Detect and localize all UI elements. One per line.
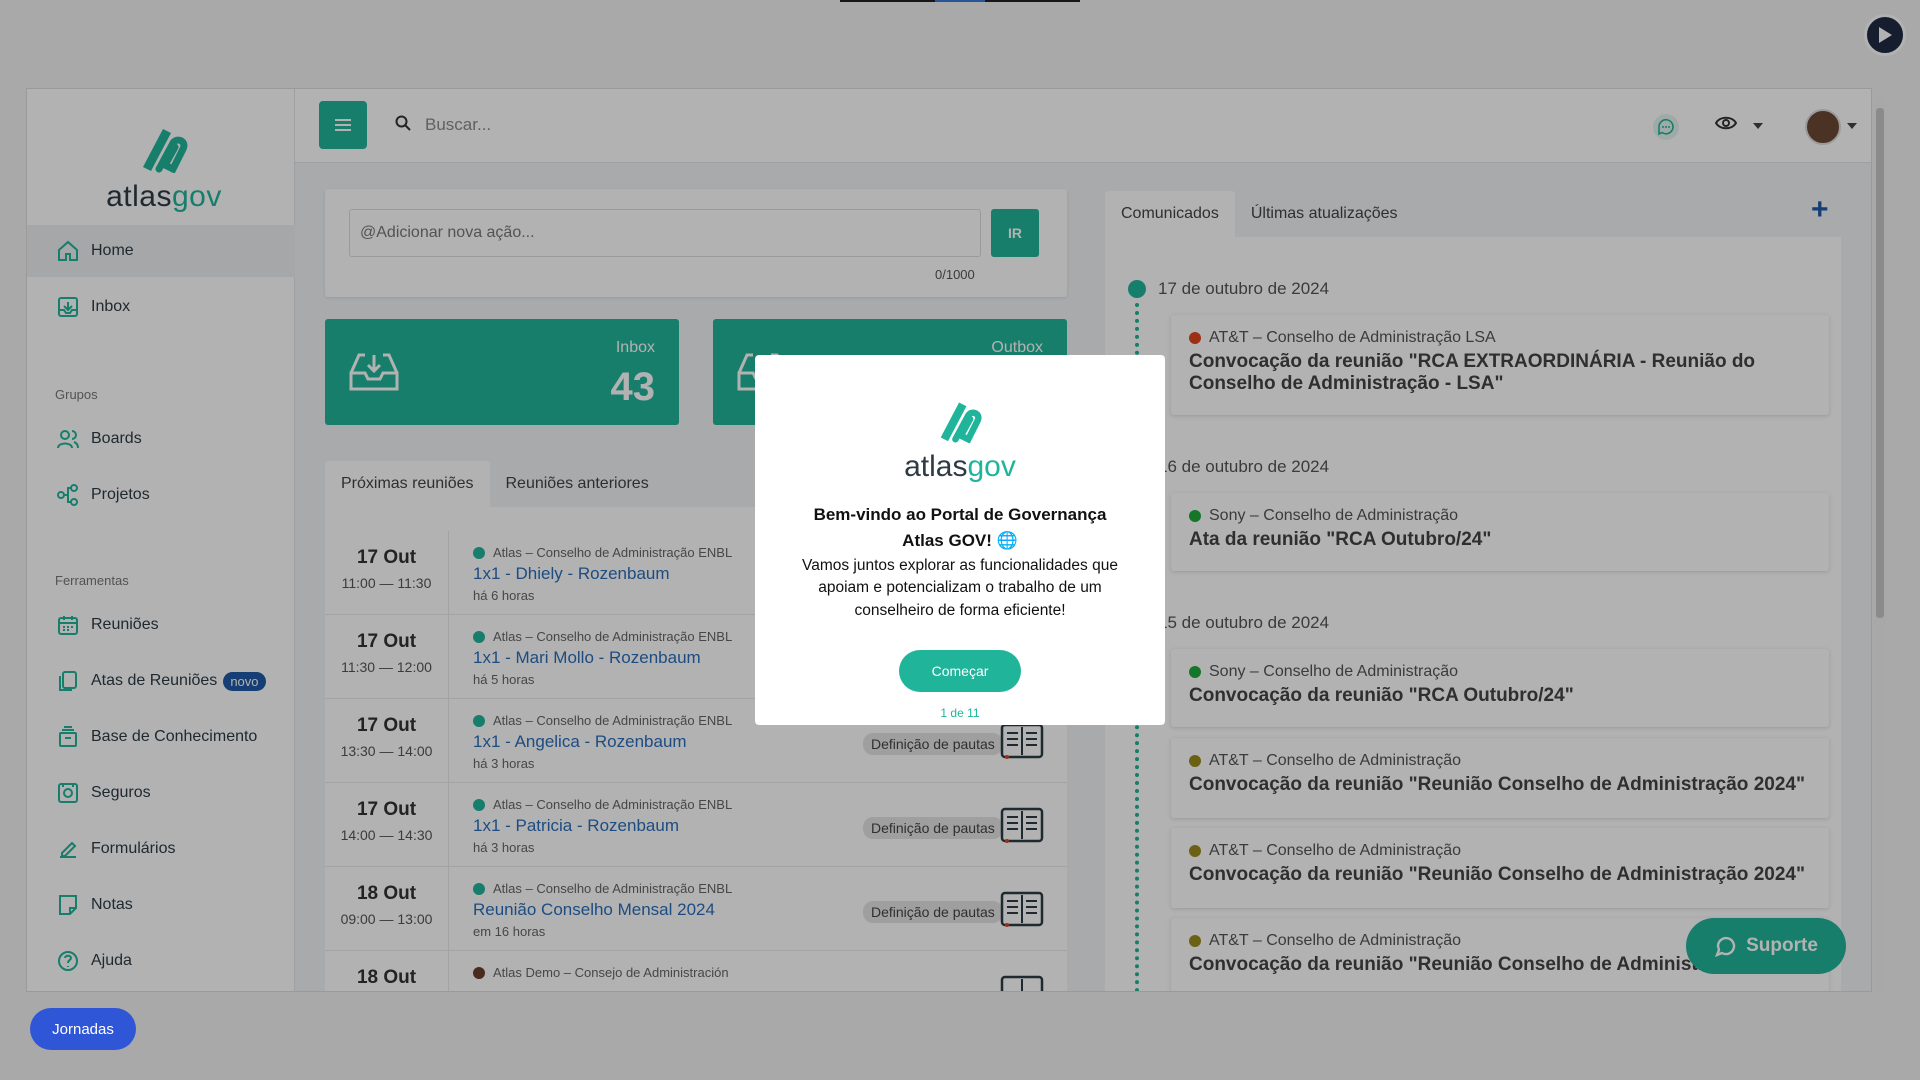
welcome-modal: atlasgov Bem-vindo ao Portal de Governan… xyxy=(755,355,1165,725)
start-tour-button[interactable]: Começar xyxy=(899,650,1021,693)
modal-description: Vamos juntos explorar as funcionalidades… xyxy=(802,557,1118,619)
tour-step-indicator: 1 de 11 xyxy=(940,706,980,721)
brand-logo: atlasgov xyxy=(755,397,1165,484)
atlasgov-logo-icon xyxy=(940,402,982,444)
modal-title: Bem-vindo ao Portal de Governança Atlas … xyxy=(813,505,1107,550)
journeys-button[interactable]: Jornadas xyxy=(30,1008,136,1050)
brand-wordmark: atlasgov xyxy=(904,450,1016,483)
